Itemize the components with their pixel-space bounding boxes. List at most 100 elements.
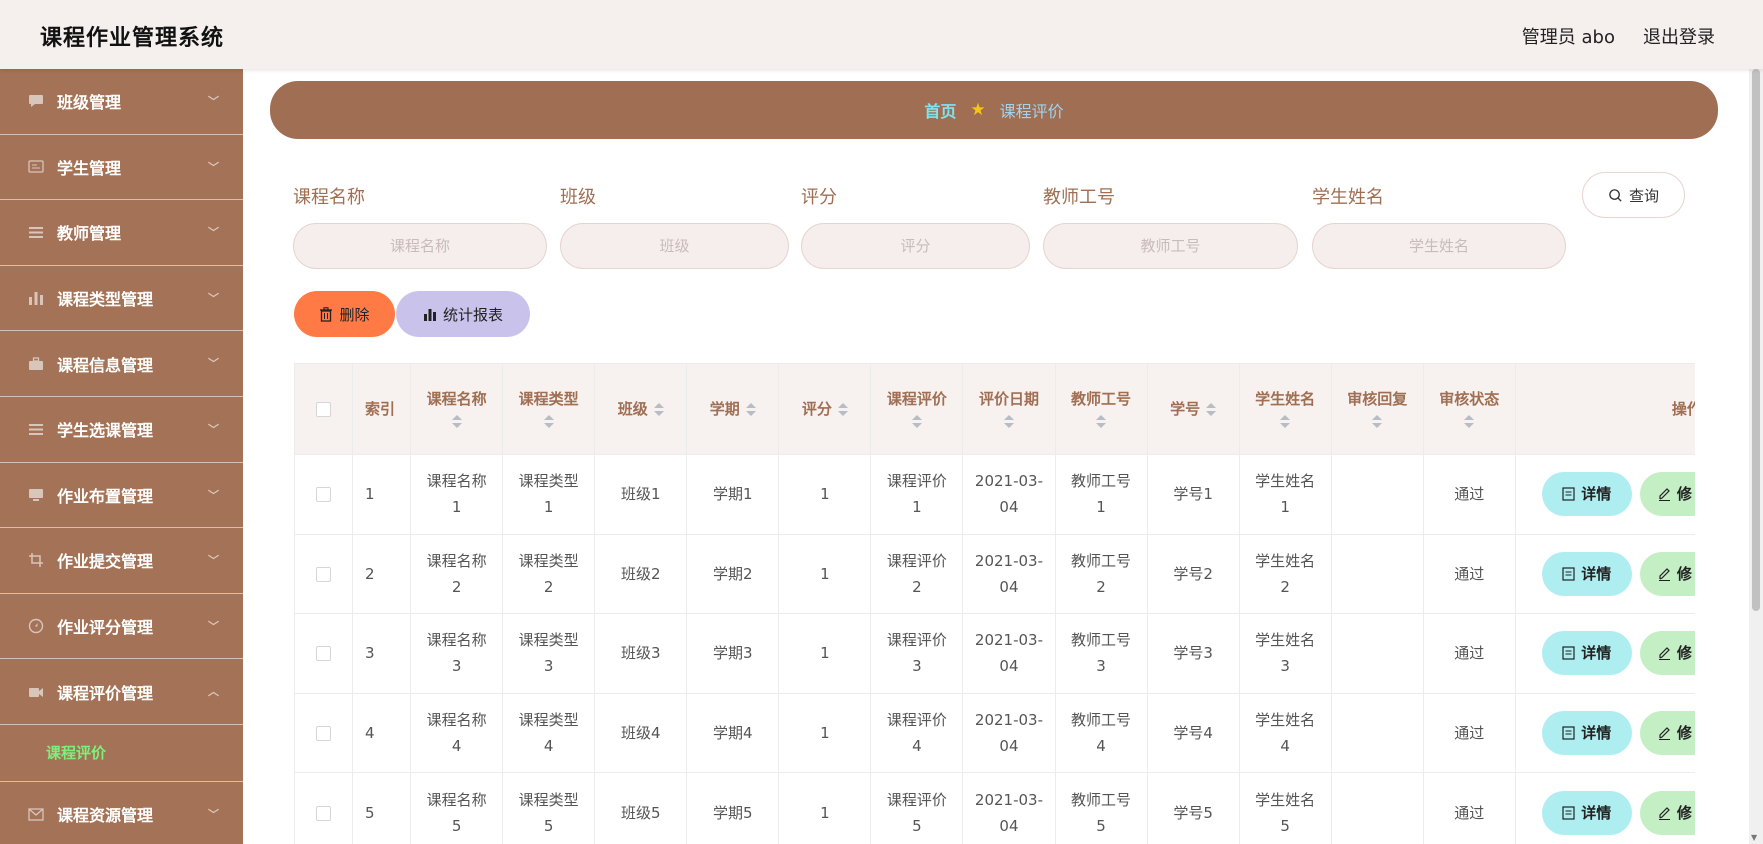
scroll-down-arrow-icon[interactable]: ▼: [1751, 833, 1757, 842]
select-all-checkbox[interactable]: [316, 402, 332, 417]
cell-name: 课程名称 4: [410, 692, 504, 774]
cell-term: 学期1: [686, 454, 780, 535]
cell-status: 通过: [1422, 533, 1516, 615]
sidebar-item-label: 作业布置管理: [57, 486, 154, 506]
sidebar-item[interactable]: 课程类型管理 ﹀: [0, 266, 243, 332]
sidebar-item[interactable]: 学生管理 ﹀: [0, 135, 243, 201]
table-row[interactable]: 4 课程名称 4 课程类型 4 班级4 学期4 1 课程评价 4 2021-03- 04 教师工号 4 学号…: [294, 692, 1695, 774]
row-checkbox[interactable]: [316, 487, 332, 503]
edit-button[interactable]: 修: [1639, 472, 1695, 517]
sort-icon[interactable]: [1096, 415, 1107, 429]
sidebar-subitem-course-review[interactable]: 课程评价: [0, 725, 243, 782]
admin-user-label[interactable]: 管理员 abo: [1522, 23, 1615, 49]
teacher-id-input[interactable]: [1043, 223, 1298, 269]
detail-button[interactable]: 详情: [1541, 631, 1632, 676]
edit-button[interactable]: 修: [1639, 631, 1695, 676]
score-field: 评分: [801, 183, 1030, 269]
sort-icon[interactable]: [1464, 415, 1475, 429]
sort-icon[interactable]: [837, 402, 848, 417]
sidebar-item[interactable]: 作业评分管理 ﹀: [0, 594, 243, 660]
cell-status: 通过: [1422, 692, 1516, 774]
col-course-name[interactable]: 课程名称: [410, 363, 504, 455]
scrollbar-thumb[interactable]: [1752, 69, 1760, 611]
col-review-date[interactable]: 评价日期: [962, 363, 1056, 455]
sidebar-item[interactable]: 作业布置管理 ﹀: [0, 463, 243, 529]
edit-button[interactable]: 修: [1639, 790, 1695, 835]
detail-button[interactable]: 详情: [1541, 472, 1632, 517]
table-row[interactable]: 3 课程名称 3 课程类型 3 班级3 学期3 1 课程评价 3 2021-03- 04 教师工号 3 学号…: [294, 613, 1695, 694]
cell-cls: 班级4: [594, 692, 688, 774]
col-score[interactable]: 评分: [778, 363, 872, 455]
col-audit-reply[interactable]: 审核回复: [1330, 363, 1424, 455]
course-name-input[interactable]: [293, 223, 547, 269]
table-row[interactable]: 2 课程名称 2 课程类型 2 班级2 学期2 1 课程评价 2 2021-03- 04 教师工号 2 学号…: [294, 533, 1695, 615]
sidebar-item[interactable]: 课程信息管理 ﹀: [0, 331, 243, 397]
mail-icon: [27, 806, 45, 822]
table-row[interactable]: 1 课程名称 1 课程类型 1 班级1 学期1 1 课程评价 1 2021-03- 04 教师工号 1 学号…: [294, 454, 1695, 535]
cell-index: 5: [352, 772, 412, 844]
sort-icon[interactable]: [911, 415, 922, 429]
sidebar-item[interactable]: 教师管理 ﹀: [0, 200, 243, 266]
row-select-cell: [294, 772, 354, 844]
col-student-name-label: 学生姓名: [1255, 390, 1316, 408]
cell-cls: 班级1: [594, 454, 688, 535]
col-course-type[interactable]: 课程类型: [502, 363, 596, 455]
breadcrumb-home[interactable]: 首页: [924, 98, 956, 122]
col-term[interactable]: 学期: [686, 363, 780, 455]
detail-button[interactable]: 详情: [1541, 551, 1632, 596]
sort-icon[interactable]: [1372, 415, 1383, 429]
cell-reply: [1330, 454, 1424, 535]
edit-button[interactable]: 修: [1639, 711, 1695, 756]
col-student-name[interactable]: 学生姓名: [1238, 363, 1332, 455]
sort-icon[interactable]: [745, 402, 756, 417]
sort-icon[interactable]: [1003, 415, 1014, 429]
sidebar-item-label: 作业提交管理: [57, 552, 154, 572]
query-button[interactable]: 查询: [1582, 172, 1685, 218]
search-icon: [1609, 188, 1622, 202]
table-row[interactable]: 5 课程名称 5 课程类型 5 班级5 学期5 1 课程评价 5 2021-03- 04 教师工号 5 学号…: [294, 772, 1695, 844]
star-icon: ★: [970, 100, 986, 120]
sidebar-item[interactable]: 班级管理 ﹀: [0, 69, 243, 135]
sort-icon[interactable]: [653, 402, 664, 417]
score-input[interactable]: [801, 223, 1030, 269]
sidebar-item[interactable]: 课程评价管理 ︿: [0, 659, 243, 725]
row-checkbox[interactable]: [316, 646, 332, 662]
stats-report-button[interactable]: 统计报表: [396, 291, 530, 337]
col-course-review[interactable]: 课程评价: [870, 363, 964, 455]
detail-button[interactable]: 详情: [1541, 711, 1632, 756]
col-audit-status[interactable]: 审核状态: [1422, 363, 1516, 455]
chevron-down-icon: ﹀: [208, 554, 219, 568]
col-class[interactable]: 班级: [594, 363, 688, 455]
detail-button[interactable]: 详情: [1541, 790, 1632, 835]
col-teacher-id[interactable]: 教师工号: [1054, 363, 1148, 455]
sort-icon[interactable]: [451, 415, 462, 429]
delete-button[interactable]: 删除: [294, 291, 395, 337]
pencil-icon: [1658, 488, 1670, 502]
cell-date: 2021-03- 04: [962, 454, 1056, 535]
row-checkbox[interactable]: [316, 805, 332, 821]
sort-icon[interactable]: [1206, 402, 1217, 417]
logout-button[interactable]: 退出登录: [1643, 23, 1715, 49]
sidebar-item[interactable]: 作业提交管理 ﹀: [0, 528, 243, 594]
student-name-input[interactable]: [1312, 223, 1566, 269]
stats-report-label: 统计报表: [442, 305, 503, 324]
cell-review: 课程评价 3: [870, 613, 964, 694]
edit-button-label: 修: [1676, 803, 1692, 822]
row-checkbox[interactable]: [316, 726, 332, 742]
class-input[interactable]: [560, 223, 789, 269]
cell-type: 课程类型 1: [502, 454, 596, 535]
cell-cls: 班级2: [594, 533, 688, 615]
sort-icon[interactable]: [1280, 415, 1291, 429]
page-scrollbar[interactable]: ▼: [1749, 69, 1763, 844]
sidebar-item[interactable]: 学生选课管理 ﹀: [0, 397, 243, 463]
cell-type: 课程类型 4: [502, 692, 596, 774]
cell-index: 2: [352, 533, 412, 615]
sort-icon[interactable]: [543, 415, 554, 429]
col-student-id[interactable]: 学号: [1146, 363, 1240, 455]
edit-button[interactable]: 修: [1639, 551, 1695, 596]
row-checkbox[interactable]: [316, 566, 332, 582]
list-icon: [27, 224, 45, 240]
cell-operations: 详情 修: [1514, 613, 1695, 694]
col-audit-reply-label: 审核回复: [1347, 390, 1408, 408]
sidebar-item[interactable]: 课程资源管理 ﹀: [0, 782, 243, 844]
